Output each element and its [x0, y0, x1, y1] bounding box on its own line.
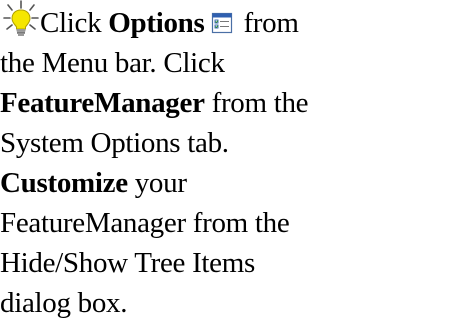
tip-text: Click Options from the Menu bar. Click F… [0, 3, 310, 323]
tip-text-segment: Click [40, 7, 109, 39]
tip-block: Click Options from the Menu bar. Click F… [0, 0, 454, 319]
featuremanager-term: FeatureManager [0, 87, 205, 119]
options-icon [211, 12, 232, 34]
options-term: Options [108, 7, 205, 39]
customize-term: Customize [0, 167, 128, 199]
